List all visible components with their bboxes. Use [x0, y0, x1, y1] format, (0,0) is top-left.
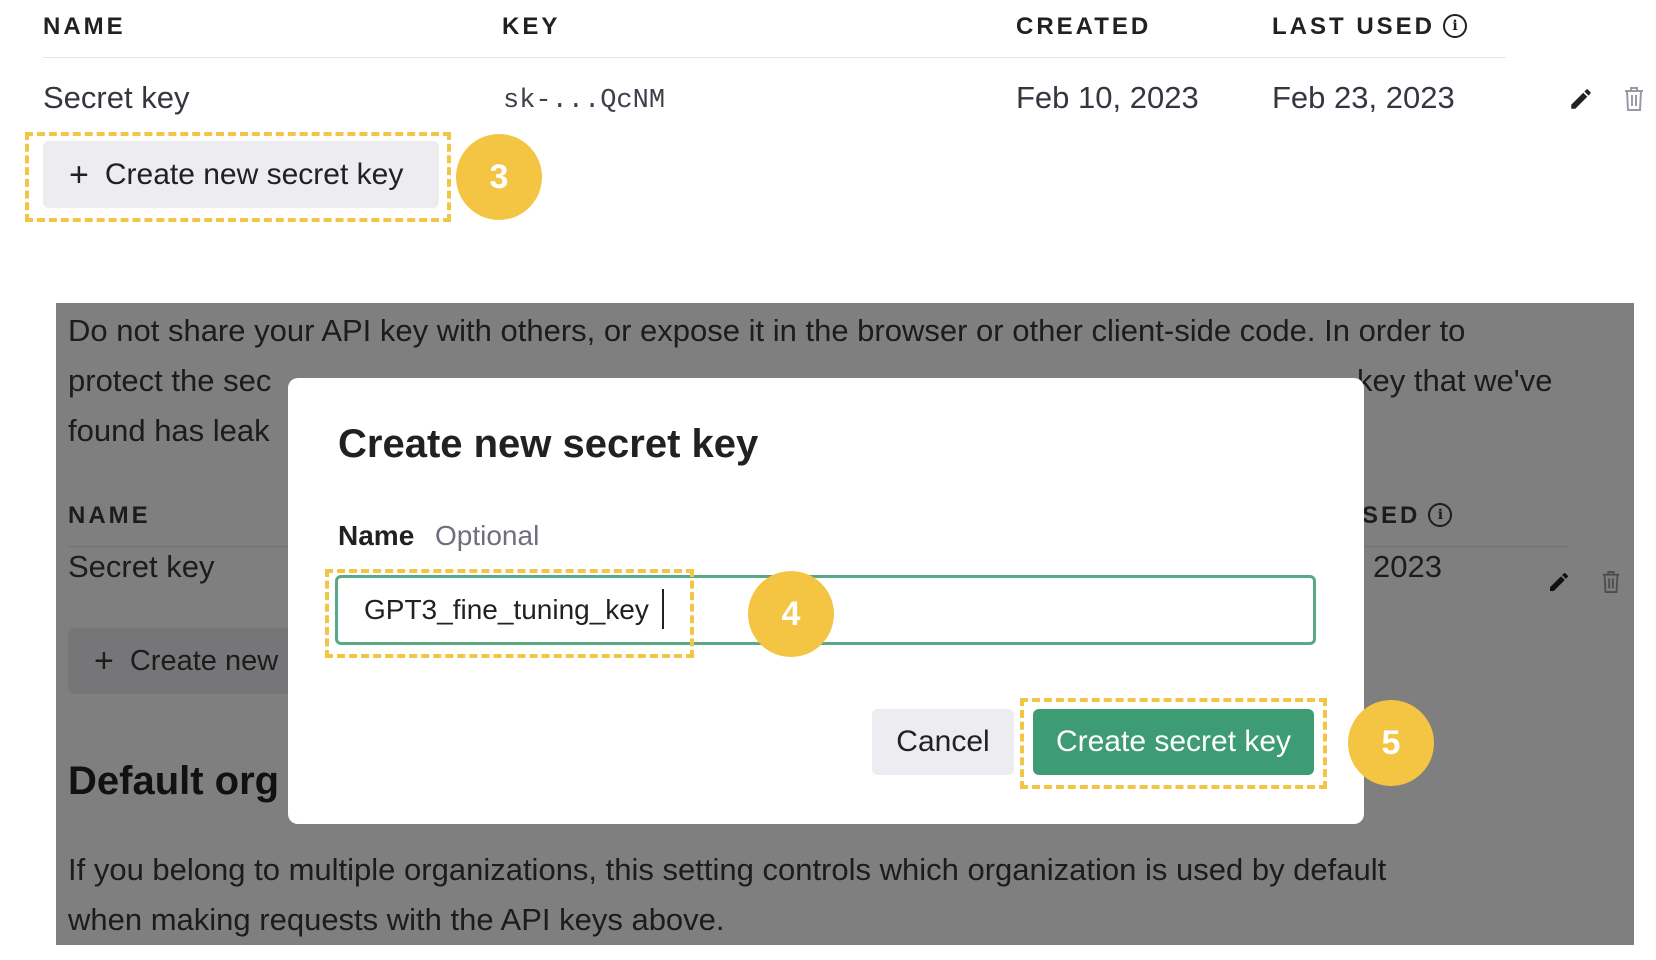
- warning-text-line-2-start: protect the sec: [68, 363, 272, 398]
- row-last-used-date: Feb 23, 2023: [1272, 80, 1455, 115]
- bg-column-header-last-used: SED i: [1362, 502, 1453, 530]
- plus-icon: +: [94, 642, 114, 680]
- trash-icon[interactable]: [1619, 84, 1649, 114]
- cancel-button[interactable]: Cancel: [872, 709, 1014, 775]
- warning-text-line-1: Do not share your API key with others, o…: [68, 313, 1466, 348]
- step-3-badge: 3: [456, 134, 542, 220]
- row-key-name: Secret key: [43, 80, 190, 115]
- trash-icon: [1598, 568, 1624, 596]
- row-created-date: Feb 10, 2023: [1016, 80, 1199, 115]
- warning-text-line-3-start: found has leak: [68, 413, 270, 448]
- modal-title: Create new secret key: [338, 422, 759, 466]
- default-org-text-line-1: If you belong to multiple organizations,…: [68, 852, 1387, 887]
- highlight-step-4: [325, 569, 694, 658]
- header-divider: [43, 57, 1506, 58]
- name-field-label: Name: [338, 520, 415, 551]
- step-4-badge: 4: [748, 571, 834, 657]
- info-icon: i: [1428, 503, 1453, 527]
- default-organization-heading: Default org: [68, 759, 280, 803]
- row-key-value: sk-...QcNM: [503, 86, 666, 116]
- column-header-created: CREATED: [1016, 13, 1152, 40]
- bg-create-new-label: Create new: [129, 644, 279, 677]
- column-header-name: NAME: [43, 13, 126, 40]
- bg-column-header-name: NAME: [68, 502, 151, 529]
- bg-row-key-name: Secret key: [68, 549, 215, 584]
- column-header-last-used: LAST USED i: [1272, 13, 1468, 41]
- highlight-step-3: [25, 132, 451, 222]
- column-header-last-used-label: LAST USED: [1272, 13, 1436, 40]
- name-field-optional-hint: Optional: [435, 520, 540, 551]
- step-5-badge: 5: [1348, 700, 1434, 786]
- pencil-icon: [1546, 569, 1572, 595]
- bg-row-last-used: 2023: [1373, 549, 1442, 584]
- warning-text-line-2-end: key that we've: [1357, 363, 1553, 398]
- info-icon[interactable]: i: [1443, 14, 1468, 38]
- default-org-text-line-2: when making requests with the API keys a…: [68, 902, 725, 937]
- bg-column-header-last-used-label: SED: [1362, 502, 1421, 529]
- highlight-step-5: [1020, 698, 1327, 789]
- column-header-key: KEY: [502, 13, 561, 40]
- pencil-icon[interactable]: [1566, 84, 1596, 114]
